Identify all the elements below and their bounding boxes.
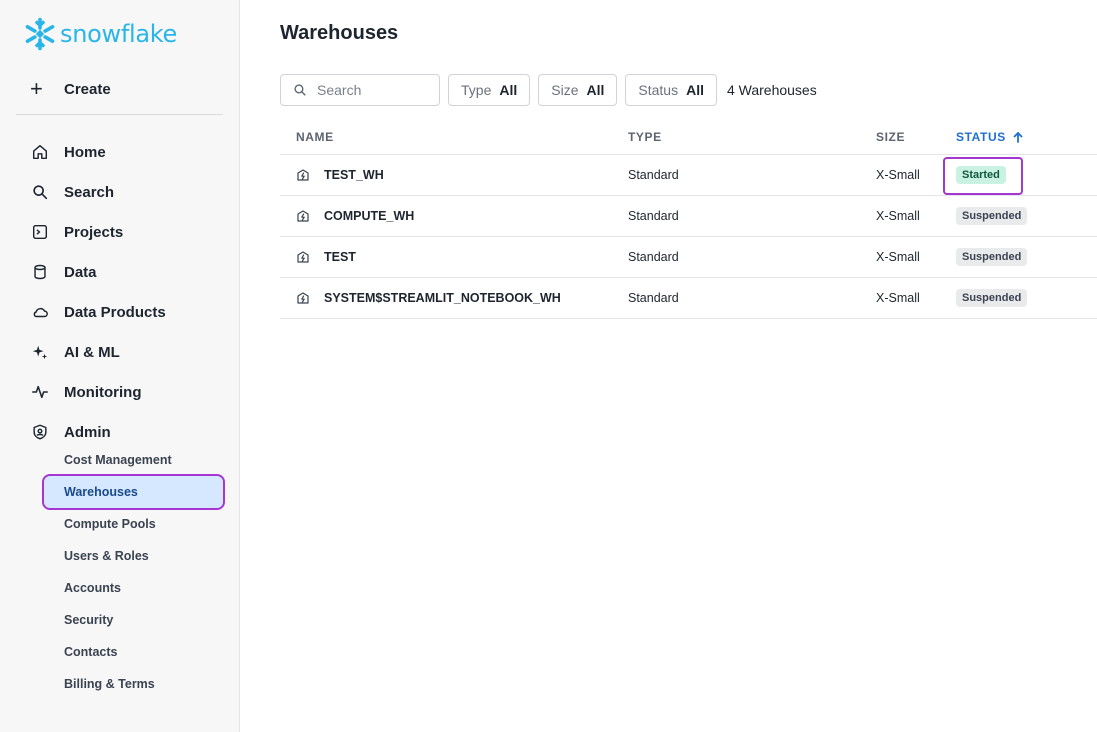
warehouses-table: NAME TYPE SIZE STATUS TEST_WH Standard X… (280, 120, 1097, 319)
column-header-status[interactable]: STATUS (956, 130, 1097, 144)
sidebar-item-ai-ml[interactable]: AI & ML (30, 332, 166, 372)
status-filter[interactable]: Status All (625, 74, 717, 106)
admin-subnav: Cost Management Warehouses Compute Pools… (42, 444, 225, 700)
warehouse-name[interactable]: TEST_WH (324, 168, 384, 182)
search-input[interactable] (317, 82, 427, 98)
sidebar-item-label: Home (64, 143, 106, 161)
sidebar-item-label: AI & ML (64, 343, 120, 361)
warehouse-icon (297, 169, 309, 181)
warehouse-name[interactable]: TEST (324, 250, 356, 264)
subnav-item-users-roles[interactable]: Users & Roles (44, 540, 223, 572)
create-label: Create (64, 80, 111, 98)
table-row[interactable]: SYSTEM$STREAMLIT_NOTEBOOK_WH Standard X-… (280, 278, 1097, 319)
size-filter[interactable]: Size All (538, 74, 618, 106)
search-icon (294, 84, 306, 96)
sidebar-item-monitoring[interactable]: Monitoring (30, 372, 166, 412)
size-cell: X-Small (876, 291, 920, 305)
table-row[interactable]: COMPUTE_WH Standard X-Small Suspended (280, 196, 1097, 237)
sparkle-icon (30, 342, 50, 362)
table-row[interactable]: TEST_WH Standard X-Small Started (280, 155, 1097, 196)
subnav-item-compute-pools[interactable]: Compute Pools (44, 508, 223, 540)
sidebar-item-data[interactable]: Data (30, 252, 166, 292)
sidebar-item-home[interactable]: Home (30, 132, 166, 172)
subnav-item-cost-management[interactable]: Cost Management (44, 444, 223, 476)
sidebar-item-label: Admin (64, 423, 111, 441)
filter-key: Type (461, 82, 492, 98)
name-cell: SYSTEM$STREAMLIT_NOTEBOOK_WH (280, 291, 628, 305)
column-header-status-label: STATUS (956, 130, 1006, 144)
warehouse-name[interactable]: COMPUTE_WH (324, 209, 414, 223)
column-header-type[interactable]: TYPE (628, 130, 876, 144)
subnav-item-contacts[interactable]: Contacts (44, 636, 223, 668)
snowflake-logo-icon (25, 17, 55, 51)
table-header: NAME TYPE SIZE STATUS (280, 120, 1097, 155)
type-cell: Standard (628, 168, 679, 182)
table-row[interactable]: TEST Standard X-Small Suspended (280, 237, 1097, 278)
status-badge: Suspended (956, 289, 1028, 307)
sidebar-item-label: Search (64, 183, 115, 201)
name-cell: TEST (280, 250, 628, 264)
status-cell: Suspended (956, 207, 1097, 225)
status-badge: Suspended (956, 207, 1028, 225)
column-header-size[interactable]: SIZE (876, 130, 956, 144)
warehouse-name[interactable]: SYSTEM$STREAMLIT_NOTEBOOK_WH (324, 291, 561, 305)
status-cell: Suspended (956, 289, 1097, 307)
page-title: Warehouses (280, 22, 399, 44)
status-highlight: Started (943, 157, 1023, 195)
status-badge: Suspended (956, 248, 1028, 266)
size-cell: X-Small (876, 209, 920, 223)
snowflake-logo[interactable]: snowflake (23, 16, 177, 52)
create-button[interactable]: + Create (30, 78, 111, 100)
sidebar-item-label: Data Products (64, 303, 166, 321)
sidebar-item-data-products[interactable]: Data Products (30, 292, 166, 332)
type-cell: Standard (628, 291, 679, 305)
status-badge: Started (956, 166, 1006, 184)
size-cell: X-Small (876, 250, 920, 264)
database-icon (30, 262, 50, 282)
brand-name: snowflake (60, 20, 177, 48)
sidebar-item-label: Data (64, 263, 97, 281)
subnav-item-accounts[interactable]: Accounts (44, 572, 223, 604)
filter-bar: Type All Size All Status All 4 Warehouse… (280, 74, 817, 106)
plus-icon: + (30, 76, 43, 101)
search-icon (30, 182, 50, 202)
sidebar-item-search[interactable]: Search (30, 172, 166, 212)
size-cell: X-Small (876, 168, 920, 182)
search-box[interactable] (280, 74, 440, 106)
sidebar-item-label: Projects (64, 223, 124, 241)
shield-icon (30, 422, 50, 442)
filter-key: Size (551, 82, 579, 98)
name-cell: COMPUTE_WH (280, 209, 628, 223)
sort-ascending-icon (1013, 132, 1023, 143)
filter-value: All (499, 82, 518, 98)
subnav-item-billing-terms[interactable]: Billing & Terms (44, 668, 223, 700)
filter-key: Status (638, 82, 679, 98)
status-cell: Suspended (956, 248, 1097, 266)
subnav-item-warehouses[interactable]: Warehouses (42, 474, 225, 510)
activity-icon (30, 382, 50, 402)
projects-icon (30, 222, 50, 242)
warehouse-icon (297, 292, 309, 304)
warehouse-icon (297, 210, 309, 222)
sidebar-divider (16, 114, 223, 115)
type-filter[interactable]: Type All (448, 74, 531, 106)
status-cell: Started (943, 157, 1097, 195)
name-cell: TEST_WH (280, 168, 628, 182)
sidebar: snowflake + Create Home Search Projects (0, 0, 240, 732)
warehouse-count: 4 Warehouses (726, 82, 817, 98)
warehouse-icon (297, 251, 309, 263)
main-content: Warehouses Type All Size All Status All … (240, 0, 1097, 732)
filter-value: All (686, 82, 704, 98)
column-header-name[interactable]: NAME (280, 130, 628, 144)
type-cell: Standard (628, 250, 679, 264)
cloud-icon (30, 302, 50, 322)
sidebar-nav: Home Search Projects Data Data Products (30, 132, 166, 452)
sidebar-item-label: Monitoring (64, 383, 142, 401)
sidebar-item-projects[interactable]: Projects (30, 212, 166, 252)
home-icon (30, 142, 50, 162)
type-cell: Standard (628, 209, 679, 223)
subnav-item-security[interactable]: Security (44, 604, 223, 636)
filter-value: All (586, 82, 605, 98)
